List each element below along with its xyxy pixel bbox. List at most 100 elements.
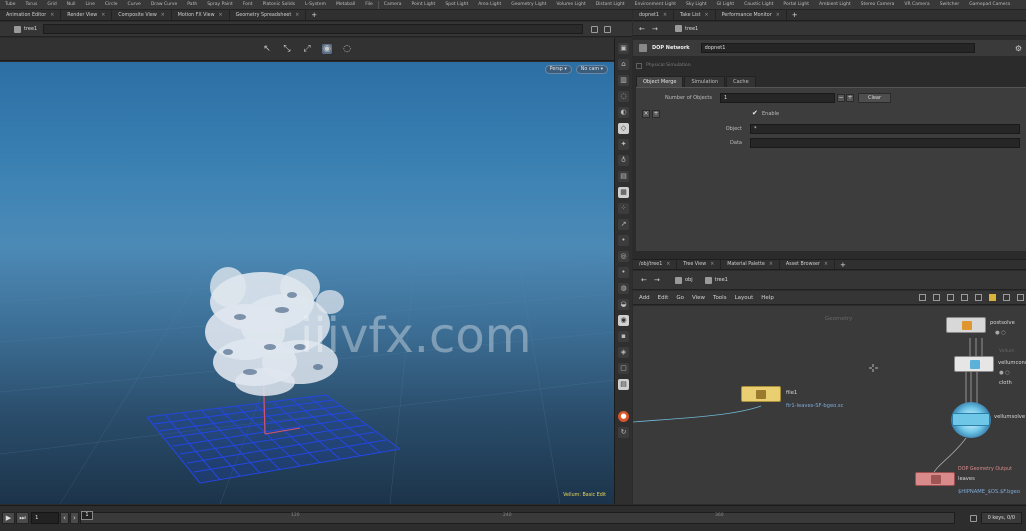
shelf-light-distant[interactable]: Distant Light	[591, 2, 630, 7]
shelf-tool-circle[interactable]: Circle	[100, 2, 123, 7]
menu-add[interactable]: Add	[639, 295, 650, 301]
shading-icon[interactable]: ◐	[618, 107, 629, 118]
add-instance-button[interactable]: +	[652, 110, 660, 118]
background-icon[interactable]: ▤	[618, 379, 629, 390]
tab-motion-fx-view[interactable]: Motion FX View ×	[172, 10, 230, 20]
close-icon[interactable]: ×	[769, 262, 773, 267]
shelf-tool-spray-paint[interactable]: Spray Paint	[202, 2, 238, 7]
play-button[interactable]: ▶	[2, 512, 15, 524]
tab-animation-editor[interactable]: Animation Editor ×	[0, 10, 62, 20]
shelf-tool-grid[interactable]: Grid	[42, 2, 61, 7]
render-icon[interactable]: ◈	[618, 347, 629, 358]
add-tab-icon[interactable]: +	[787, 11, 803, 19]
shelf-tool-draw-curve[interactable]: Draw Curve	[146, 2, 182, 7]
select-objects-icon[interactable]: ◌	[342, 44, 352, 54]
close-icon[interactable]: ×	[710, 262, 714, 267]
clear-button[interactable]: Clear	[858, 93, 891, 103]
shelf-tool-file[interactable]: File	[360, 2, 378, 7]
add-tab-icon[interactable]: +	[835, 261, 851, 269]
grid-icon[interactable]	[961, 294, 968, 301]
data-field[interactable]	[750, 138, 1020, 148]
lock-icon[interactable]: ▥	[618, 75, 629, 86]
increment-button[interactable]: +	[846, 94, 854, 102]
home-icon[interactable]: ⌂	[618, 59, 629, 70]
shelf-light-camera[interactable]: Camera	[379, 2, 407, 7]
menu-tools[interactable]: Tools	[713, 295, 727, 301]
tab-dopnet1[interactable]: dopnet1 ×	[633, 10, 674, 20]
light-icon[interactable]: ✦	[618, 139, 629, 150]
shelf-light-point[interactable]: Point Light	[406, 2, 440, 7]
shelf-light-sky[interactable]: Sky Light	[681, 2, 712, 7]
object-field[interactable]: *	[750, 124, 1020, 134]
shelf-light-switcher[interactable]: Switcher	[935, 2, 965, 7]
color-palette-icon[interactable]	[1003, 294, 1010, 301]
shelf-light-volume[interactable]: Volume Light	[551, 2, 590, 7]
shelf-tool-line[interactable]: Line	[81, 2, 100, 7]
shelf-tool-lsystem[interactable]: L-System	[300, 2, 331, 7]
shelf-tool-path[interactable]: Path	[182, 2, 202, 7]
tab-simulation[interactable]: Simulation	[684, 76, 726, 87]
shelf-tool-platonic[interactable]: Platonic Solids	[258, 2, 301, 7]
leaves-node[interactable]	[915, 472, 955, 486]
select-points-icon[interactable]: ⤡	[282, 44, 292, 54]
num-objects-field[interactable]: 1	[720, 93, 835, 103]
shelf-tool-torus[interactable]: Torus	[21, 2, 43, 7]
shelf-tool-curve[interactable]: Curve	[123, 2, 146, 7]
camera-icon[interactable]: ▤	[618, 171, 629, 182]
dot2-icon[interactable]: •	[618, 267, 629, 278]
key-options-icon[interactable]	[969, 514, 977, 522]
ghost-icon[interactable]: ◎	[618, 251, 629, 262]
snapshot-icon[interactable]: ▢	[618, 363, 629, 374]
shelf-light-ambient[interactable]: Ambient Light	[814, 2, 856, 7]
path-node-chip[interactable]: tree1	[704, 276, 728, 284]
xray-icon[interactable]: ◉	[618, 315, 629, 326]
shelf-light-caustic[interactable]: Caustic Light	[739, 2, 778, 7]
points-icon[interactable]: ⁘	[618, 203, 629, 214]
close-icon[interactable]: ×	[666, 262, 670, 267]
gear-icon[interactable]: ⚙	[1015, 44, 1022, 53]
decrement-button[interactable]: −	[837, 94, 845, 102]
link-icon[interactable]	[604, 25, 612, 33]
dependency-icon[interactable]	[933, 294, 940, 301]
snap-icon[interactable]: ◌	[618, 91, 629, 102]
tab-tree-view[interactable]: Tree View ×	[677, 260, 722, 269]
vellumconstraints-node[interactable]	[954, 356, 994, 372]
shelf-tool-null[interactable]: Null	[62, 2, 81, 7]
pin-icon[interactable]	[591, 25, 599, 33]
shelf-light-stereo-camera[interactable]: Stereo Camera	[856, 2, 900, 7]
select-primitives-icon[interactable]: ◉	[322, 44, 332, 54]
timeline-bar[interactable]: 1 120 240 360	[80, 511, 955, 524]
path-field[interactable]	[43, 24, 584, 34]
path-obj-chip[interactable]: obj	[675, 276, 693, 284]
step-back-button[interactable]: ‹	[60, 512, 69, 524]
forward-arrow-icon[interactable]: →	[654, 276, 663, 284]
physical-simulation-checkbox[interactable]	[636, 62, 642, 69]
flipbook-icon[interactable]: ▪	[618, 331, 629, 342]
remove-instance-button[interactable]: ×	[642, 110, 650, 118]
dot-icon[interactable]: •	[618, 235, 629, 246]
shelf-light-spot[interactable]: Spot Light	[440, 2, 473, 7]
template-icon[interactable]: ◒	[618, 299, 629, 310]
back-arrow-icon[interactable]: ←	[639, 25, 648, 33]
tab-cache[interactable]: Cache	[726, 76, 756, 87]
shelf-light-geometry[interactable]: Geometry Light	[506, 2, 551, 7]
back-arrow-icon[interactable]: ←	[641, 276, 650, 284]
tree-icon[interactable]	[975, 294, 982, 301]
note-icon[interactable]	[989, 294, 996, 301]
tab-take-list[interactable]: Take List ×	[674, 10, 716, 20]
bulb-icon[interactable]: ♁	[618, 155, 629, 166]
close-icon[interactable]: ×	[50, 13, 54, 18]
shelf-tool-metaball[interactable]: Metaball	[331, 2, 360, 7]
normals-icon[interactable]: ↗	[618, 219, 629, 230]
close-icon[interactable]: ×	[663, 13, 667, 18]
close-icon[interactable]: ×	[101, 13, 105, 18]
menu-edit[interactable]: Edit	[658, 295, 669, 301]
enable-checkbox[interactable]: ✔	[752, 110, 759, 117]
tab-render-view[interactable]: Render View ×	[61, 10, 113, 20]
grid-icon[interactable]: ▦	[618, 187, 629, 198]
camera-menu[interactable]: No cam ▾	[575, 65, 608, 74]
shelf-light-environment[interactable]: Environment Light	[630, 2, 681, 7]
node-name-field[interactable]: dopnet1	[700, 43, 975, 53]
shelf-light-area[interactable]: Area Light	[473, 2, 506, 7]
tab-material-palette[interactable]: Material Palette ×	[721, 260, 780, 269]
